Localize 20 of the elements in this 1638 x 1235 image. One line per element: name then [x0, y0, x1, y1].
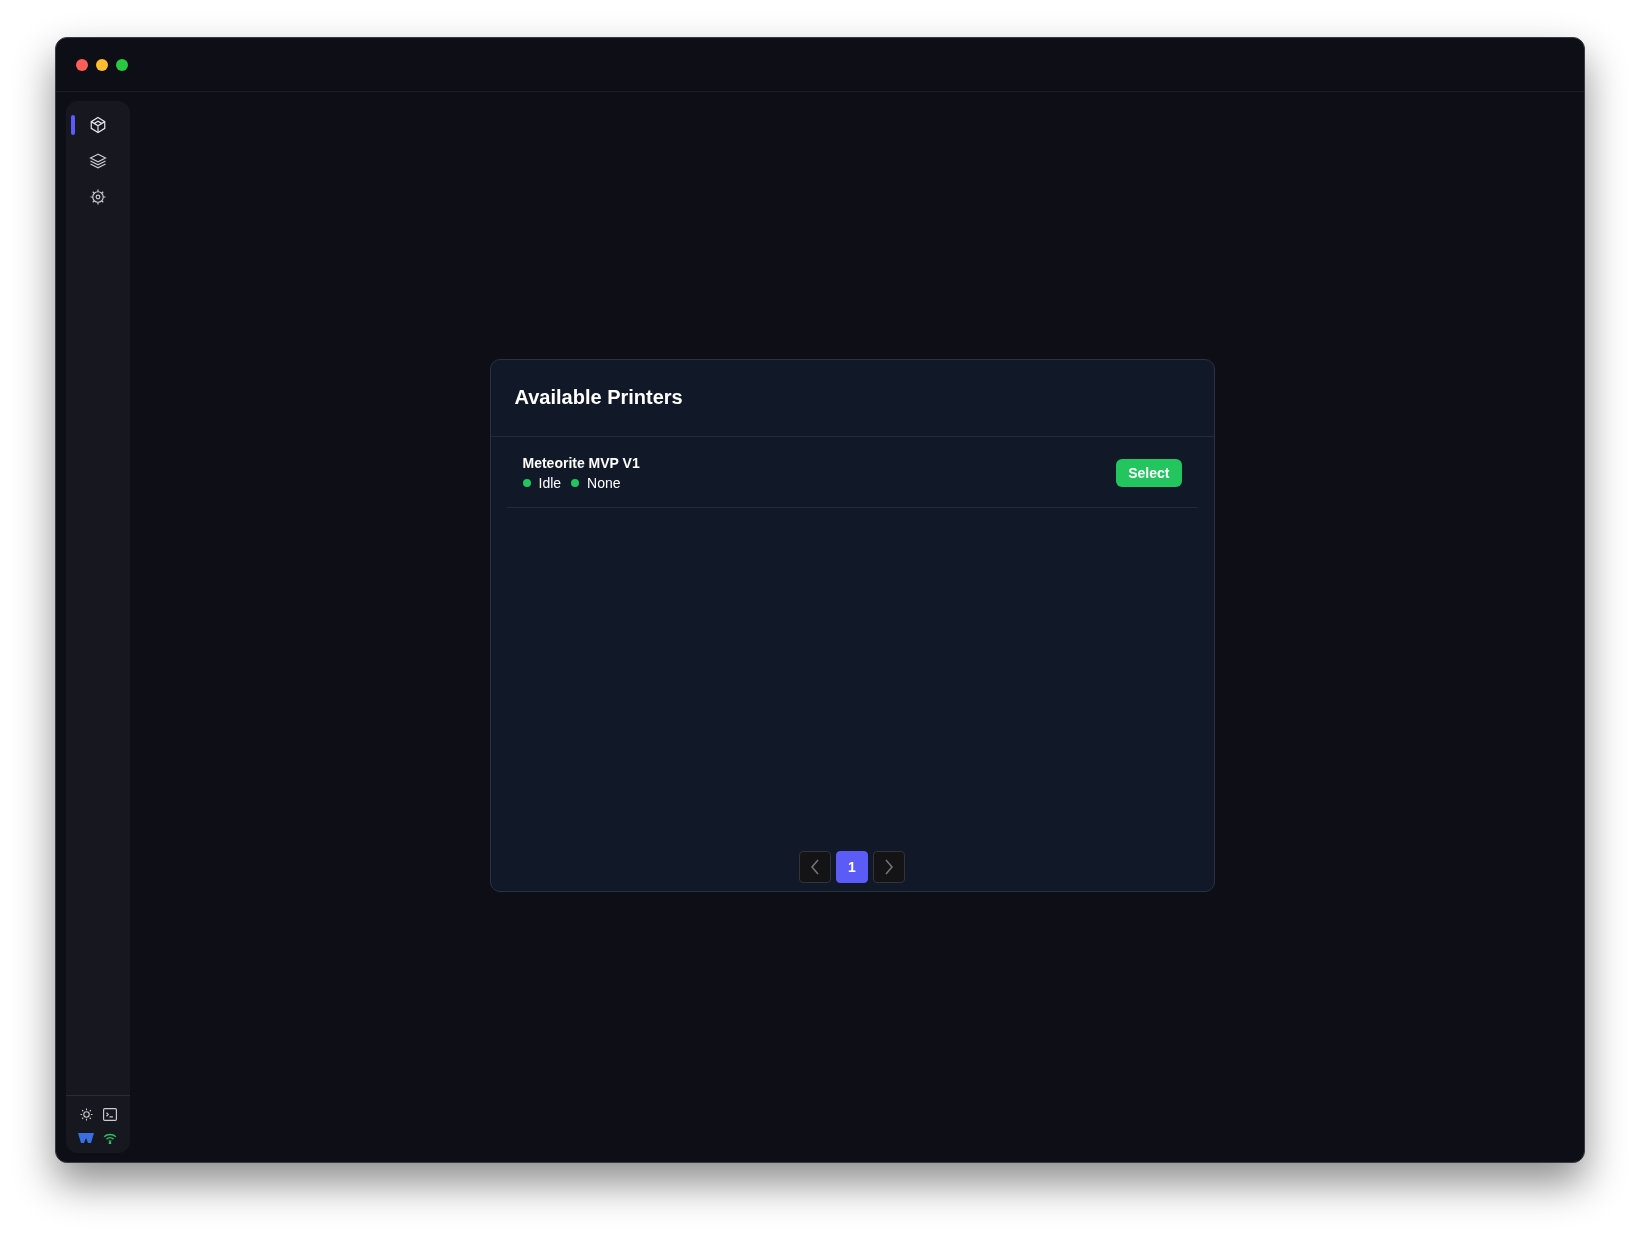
- chevron-right-icon: [884, 858, 894, 875]
- panel-title: Available Printers: [514, 386, 683, 409]
- printer-name: Meteorite MVP V1: [522, 454, 640, 471]
- close-button[interactable]: [76, 58, 88, 71]
- maximize-button[interactable]: [116, 58, 128, 71]
- settings-icon: [89, 188, 107, 206]
- page-button[interactable]: 1: [836, 850, 868, 883]
- logo-icon: [78, 1133, 94, 1145]
- cube-icon: [89, 116, 107, 134]
- active-indicator: [71, 115, 75, 135]
- terminal-icon[interactable]: [103, 1108, 117, 1121]
- status-label: None: [587, 474, 621, 491]
- minimize-button[interactable]: [96, 58, 108, 71]
- previous-page-button[interactable]: [799, 850, 831, 883]
- wifi-icon: [103, 1133, 117, 1144]
- brightness-icon[interactable]: [79, 1108, 93, 1121]
- layers-icon: [89, 152, 107, 170]
- chevron-left-icon: [810, 858, 820, 875]
- status-label: Idle: [538, 474, 562, 491]
- next-page-button[interactable]: [873, 850, 905, 883]
